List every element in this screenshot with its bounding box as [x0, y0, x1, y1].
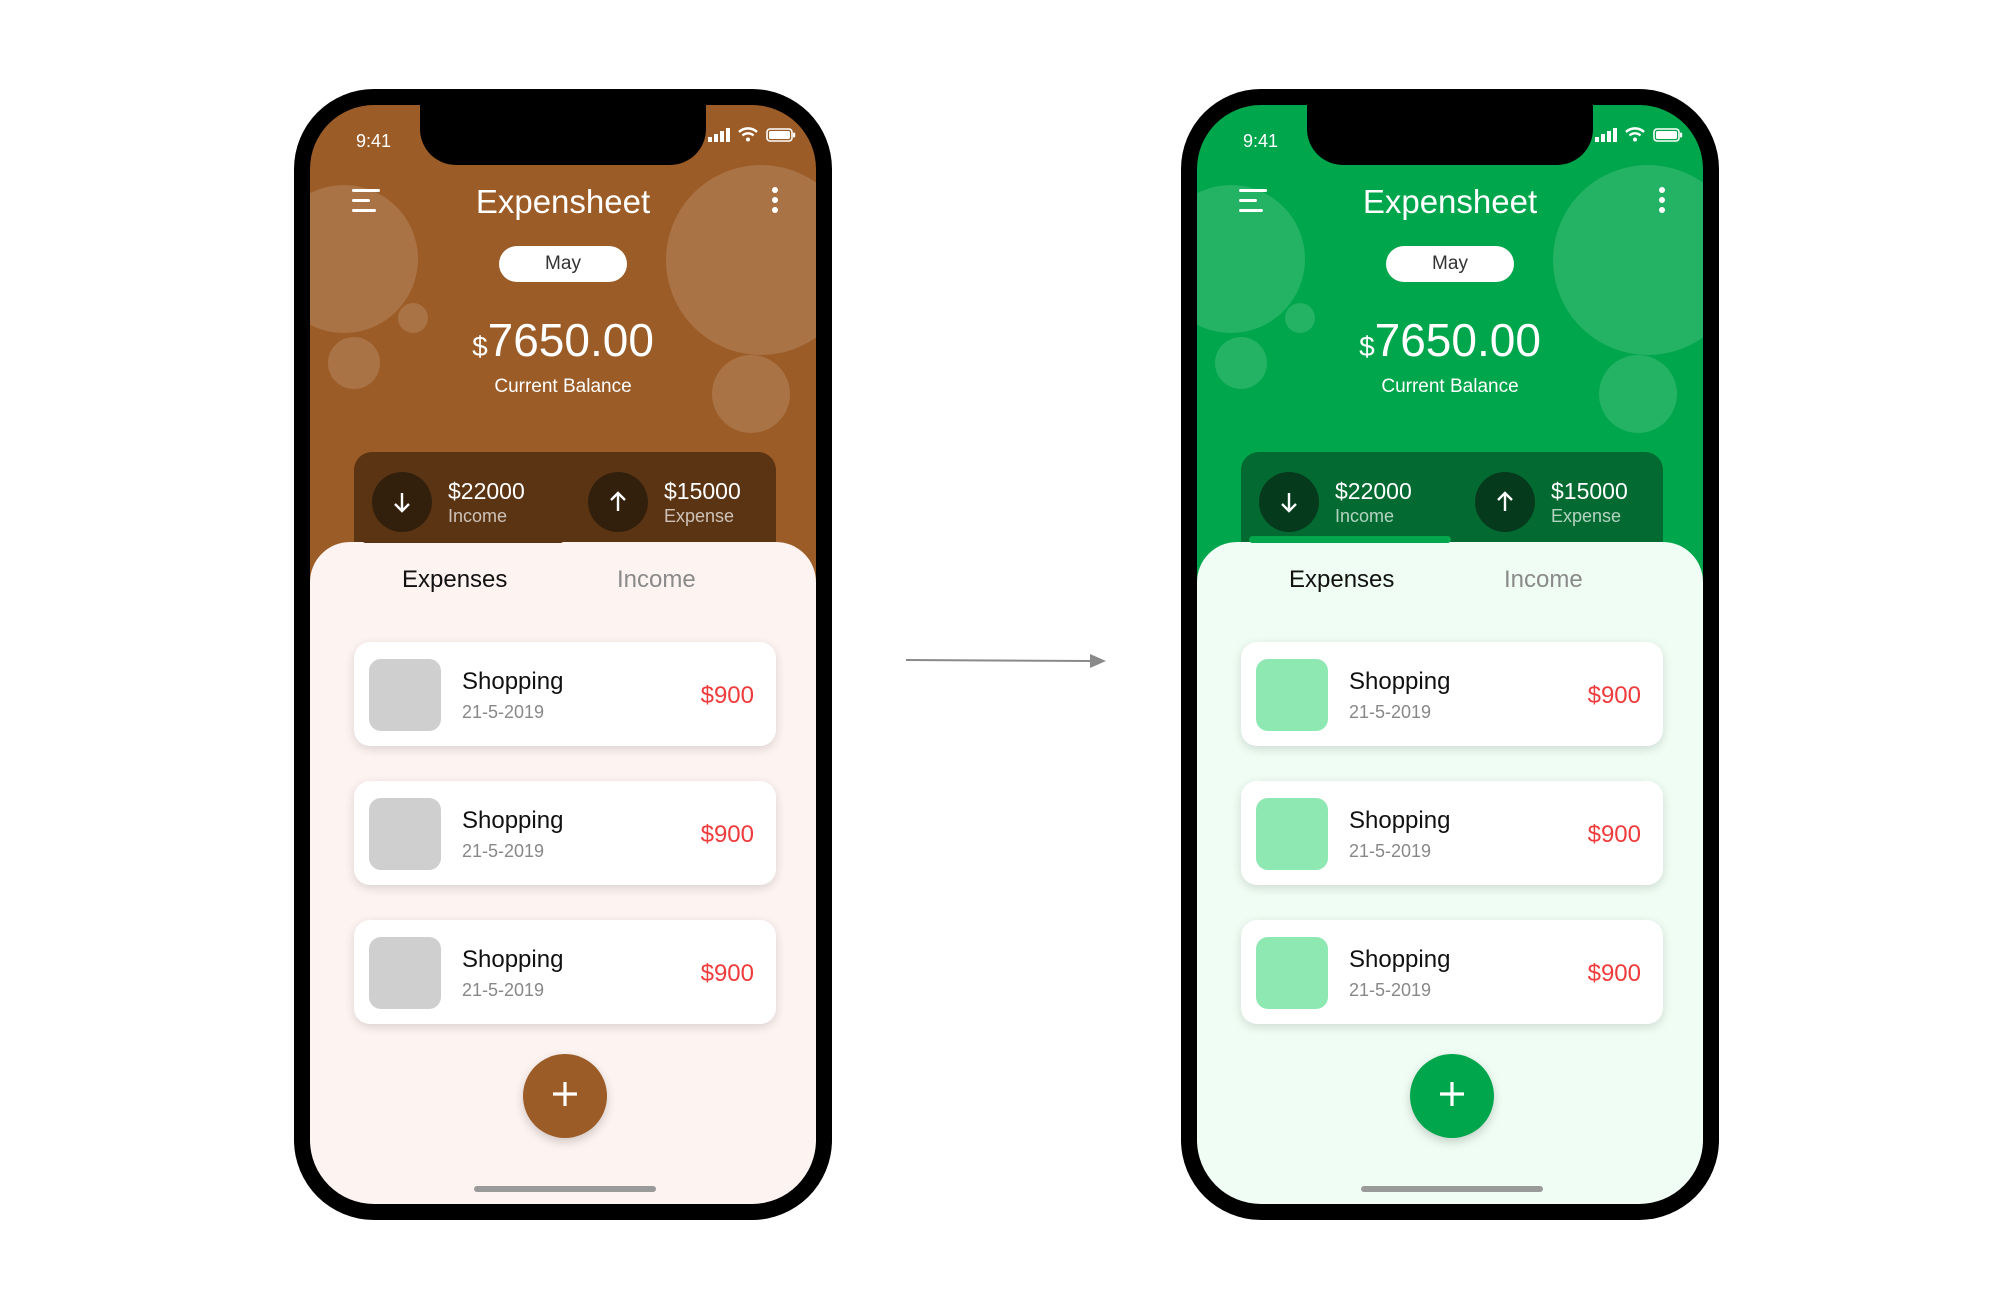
transaction-card[interactable]: Shopping 21-5-2019 $900: [1241, 920, 1663, 1024]
plus-icon: [1438, 1080, 1466, 1113]
tab-income[interactable]: Income: [617, 566, 696, 594]
month-selector[interactable]: May: [499, 246, 627, 282]
phone-mockup: 9:41 Expensheet May $7650.00 Current Balance…: [1181, 89, 1719, 1220]
expense-label: Expense: [1551, 506, 1622, 526]
add-transaction-button[interactable]: [1410, 1054, 1494, 1138]
app-screen: 9:41 Expensheet May $7650.00 Current Balance…: [1197, 105, 1703, 1204]
transaction-date: 21-5-2019: [1349, 702, 1432, 722]
income-label: Income: [448, 506, 508, 526]
app-title: Expensheet: [1362, 183, 1538, 220]
notch: [420, 105, 706, 165]
expense-amount: $15000: [1551, 478, 1628, 504]
more-options-icon[interactable]: [772, 187, 778, 213]
signal-icon: [1595, 127, 1617, 147]
notch: [1307, 105, 1593, 165]
transaction-card[interactable]: Shopping 21-5-2019 $900: [354, 642, 776, 746]
transaction-card[interactable]: Shopping 21-5-2019 $900: [354, 781, 776, 885]
balance-label: Current Balance: [1381, 376, 1519, 397]
tab-income[interactable]: Income: [1504, 566, 1583, 594]
transaction-amount: $900: [1587, 682, 1641, 709]
tab-indicator: [1249, 536, 1451, 543]
transaction-amount: $900: [1587, 821, 1641, 848]
balance-value: 7650.00: [1374, 314, 1541, 366]
arrow-down-icon: [372, 472, 432, 532]
phone-mockup: 9:41 Expensheet May $7650.00 Current Balance…: [294, 89, 832, 1220]
transaction-date: 21-5-2019: [462, 841, 545, 861]
tab-expenses[interactable]: Expenses: [1289, 566, 1394, 594]
more-options-icon[interactable]: [1659, 187, 1665, 213]
transaction-date: 21-5-2019: [1349, 980, 1432, 1000]
balance-label: Current Balance: [494, 376, 632, 397]
transaction-name: Shopping: [1349, 946, 1451, 973]
transactions-panel: Expenses Income Shopping 21-5-2019 $900 Shopp…: [310, 542, 816, 1204]
balance-amount: $7650.00: [1197, 313, 1703, 367]
transaction-amount: $900: [700, 960, 754, 987]
transaction-name: Shopping: [1349, 668, 1451, 695]
app-title: Expensheet: [475, 183, 651, 220]
wifi-icon: [738, 127, 758, 147]
signal-icon: [708, 127, 730, 147]
transaction-amount: $900: [700, 821, 754, 848]
transaction-card[interactable]: Shopping 21-5-2019 $900: [354, 920, 776, 1024]
home-indicator: [474, 1186, 656, 1192]
transaction-amount: $900: [1587, 960, 1641, 987]
arrow-down-icon: [1259, 472, 1319, 532]
arrow-up-icon: [588, 472, 648, 532]
balance-amount: $7650.00: [310, 313, 816, 367]
wifi-icon: [1625, 127, 1645, 147]
tab-expenses[interactable]: Expenses: [402, 566, 507, 594]
transaction-date: 21-5-2019: [1349, 841, 1432, 861]
transaction-name: Shopping: [462, 807, 564, 834]
category-thumbnail: [369, 937, 441, 1009]
category-thumbnail: [369, 798, 441, 870]
status-time: 9:41: [356, 131, 392, 151]
income-amount: $22000: [448, 478, 525, 504]
transaction-card[interactable]: Shopping 21-5-2019 $900: [1241, 781, 1663, 885]
transaction-date: 21-5-2019: [462, 702, 545, 722]
expense-label: Expense: [664, 506, 735, 526]
home-indicator: [1361, 1186, 1543, 1192]
transaction-amount: $900: [700, 682, 754, 709]
expense-amount: $15000: [664, 478, 741, 504]
transactions-panel: Expenses Income Shopping 21-5-2019 $900 Shopp…: [1197, 542, 1703, 1204]
tab-indicator: [362, 536, 564, 543]
battery-icon: [766, 127, 796, 147]
app-screen: 9:41 Expensheet May $7650.00 Current Balance…: [310, 105, 816, 1204]
category-thumbnail: [1256, 798, 1328, 870]
category-thumbnail: [369, 659, 441, 731]
currency-symbol: $: [1359, 331, 1375, 362]
balance-value: 7650.00: [487, 314, 654, 366]
transaction-name: Shopping: [1349, 807, 1451, 834]
category-thumbnail: [1256, 659, 1328, 731]
month-selector[interactable]: May: [1386, 246, 1514, 282]
transaction-date: 21-5-2019: [462, 980, 545, 1000]
transaction-name: Shopping: [462, 946, 564, 973]
plus-icon: [551, 1080, 579, 1113]
category-thumbnail: [1256, 937, 1328, 1009]
currency-symbol: $: [472, 331, 488, 362]
status-icons: [1595, 127, 1683, 147]
add-transaction-button[interactable]: [523, 1054, 607, 1138]
status-time: 9:41: [1243, 131, 1279, 151]
battery-icon: [1653, 127, 1683, 147]
income-label: Income: [1335, 506, 1395, 526]
transaction-card[interactable]: Shopping 21-5-2019 $900: [1241, 642, 1663, 746]
transaction-name: Shopping: [462, 668, 564, 695]
arrow-right-icon: [905, 650, 1106, 675]
status-icons: [708, 127, 796, 147]
income-amount: $22000: [1335, 478, 1412, 504]
arrow-up-icon: [1475, 472, 1535, 532]
